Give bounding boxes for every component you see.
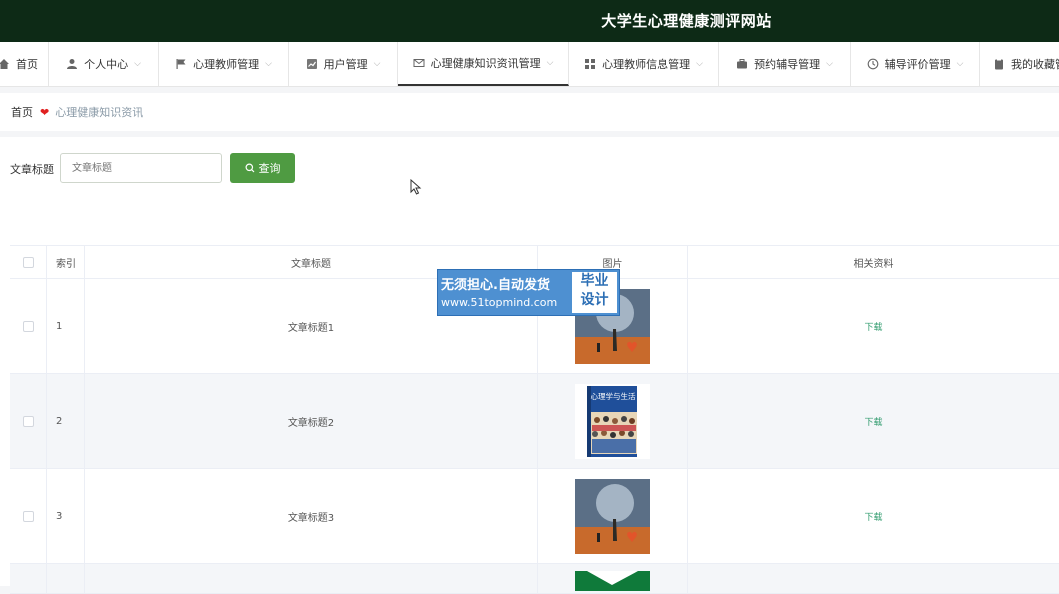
breadcrumb-current: 心理健康知识资讯 bbox=[55, 106, 144, 119]
green-image[interactable] bbox=[575, 571, 650, 591]
watermark-badge: 毕业 设计 bbox=[572, 272, 617, 313]
nav-item-favorites[interactable]: 我的收藏管理 bbox=[980, 42, 1059, 86]
download-link[interactable]: 下载 bbox=[864, 320, 882, 333]
top-bar: 大学生心理健康测评网站 bbox=[0, 0, 1059, 42]
chevron-down-icon: ⌵ bbox=[826, 59, 833, 69]
table-row bbox=[10, 564, 1059, 594]
nav-item-teacher-info[interactable]: 心理教师信息管理 ⌵ bbox=[569, 42, 719, 86]
row-checkbox[interactable] bbox=[22, 320, 34, 332]
nav-item-home[interactable]: 首页 bbox=[0, 42, 49, 86]
search-input[interactable] bbox=[60, 153, 222, 183]
flag-icon bbox=[176, 59, 186, 69]
mouse-cursor-icon bbox=[410, 179, 422, 195]
grid-icon bbox=[585, 59, 596, 69]
main-content: 文章标题 查询 索引 文章标题 图片 相关资料 1 文章标题1 bbox=[0, 137, 1059, 594]
row-checkbox[interactable] bbox=[22, 415, 34, 427]
nav-item-appointment[interactable]: 预约辅导管理 ⌵ bbox=[719, 42, 851, 86]
nav-item-review[interactable]: 辅导评价管理 ⌵ bbox=[851, 42, 980, 86]
search-icon bbox=[245, 163, 254, 173]
nav-item-teacher[interactable]: 心理教师管理 ⌵ bbox=[159, 42, 289, 86]
table-row: 2 文章标题2 心理学与生活 下载 bbox=[10, 374, 1059, 469]
select-all-checkbox[interactable] bbox=[22, 256, 34, 268]
chevron-down-icon: ⌵ bbox=[265, 59, 272, 69]
nav-item-knowledge[interactable]: 心理健康知识资讯管理 ⌵ bbox=[398, 42, 569, 86]
nav-item-personal[interactable]: 个人中心 ⌵ bbox=[49, 42, 159, 86]
row-title: 文章标题2 bbox=[85, 374, 538, 468]
table-row: 3 文章标题3 下载 bbox=[10, 469, 1059, 564]
svg-text:心理学与生活: 心理学与生活 bbox=[591, 391, 636, 401]
main-nav: 首页 个人中心 ⌵ 心理教师管理 ⌵ 用户管理 ⌵ 心理健康知识资讯管理 ⌵ 心理教师信… bbox=[0, 42, 1059, 87]
chevron-down-icon: ⌵ bbox=[373, 59, 381, 69]
row-index: 2 bbox=[47, 374, 85, 468]
chart-icon bbox=[306, 59, 317, 69]
watermark-line1: 无须担心.自动发货 bbox=[441, 278, 550, 293]
mail-icon bbox=[413, 59, 425, 67]
header-resource: 相关资料 bbox=[853, 258, 894, 270]
watermark-banner: 无须担心.自动发货 www.51topmind.com 毕业 设计 bbox=[437, 269, 620, 316]
nav-item-users[interactable]: 用户管理 ⌵ bbox=[289, 42, 398, 86]
briefcase-icon bbox=[737, 59, 748, 69]
heart-icon: ❤ bbox=[40, 105, 50, 119]
chevron-down-icon: ⌵ bbox=[546, 58, 554, 68]
chevron-down-icon: ⌵ bbox=[134, 59, 141, 69]
tree-heart-image[interactable] bbox=[575, 478, 650, 554]
search-label: 文章标题 bbox=[10, 163, 54, 176]
chevron-down-icon: ⌵ bbox=[696, 59, 703, 69]
clock-icon bbox=[867, 58, 878, 70]
search-button[interactable]: 查询 bbox=[230, 153, 295, 183]
home-icon bbox=[0, 59, 9, 69]
download-link[interactable]: 下载 bbox=[864, 510, 882, 523]
site-title: 大学生心理健康测评网站 bbox=[601, 12, 772, 30]
watermark-line2: www.51topmind.com bbox=[441, 296, 558, 309]
row-title: 文章标题3 bbox=[85, 469, 538, 563]
download-link[interactable]: 下载 bbox=[864, 415, 882, 428]
row-checkbox[interactable] bbox=[22, 510, 34, 522]
user-icon bbox=[67, 59, 78, 69]
clipboard-icon bbox=[995, 58, 1003, 70]
chevron-down-icon: ⌵ bbox=[956, 59, 964, 69]
header-index: 索引 bbox=[47, 246, 85, 278]
row-index: 3 bbox=[47, 469, 85, 563]
book-cover-image[interactable]: 心理学与生活 bbox=[575, 383, 650, 459]
breadcrumb: 首页 ❤ 心理健康知识资讯 bbox=[0, 93, 1059, 131]
breadcrumb-home[interactable]: 首页 bbox=[11, 104, 33, 120]
row-index: 1 bbox=[47, 279, 85, 373]
